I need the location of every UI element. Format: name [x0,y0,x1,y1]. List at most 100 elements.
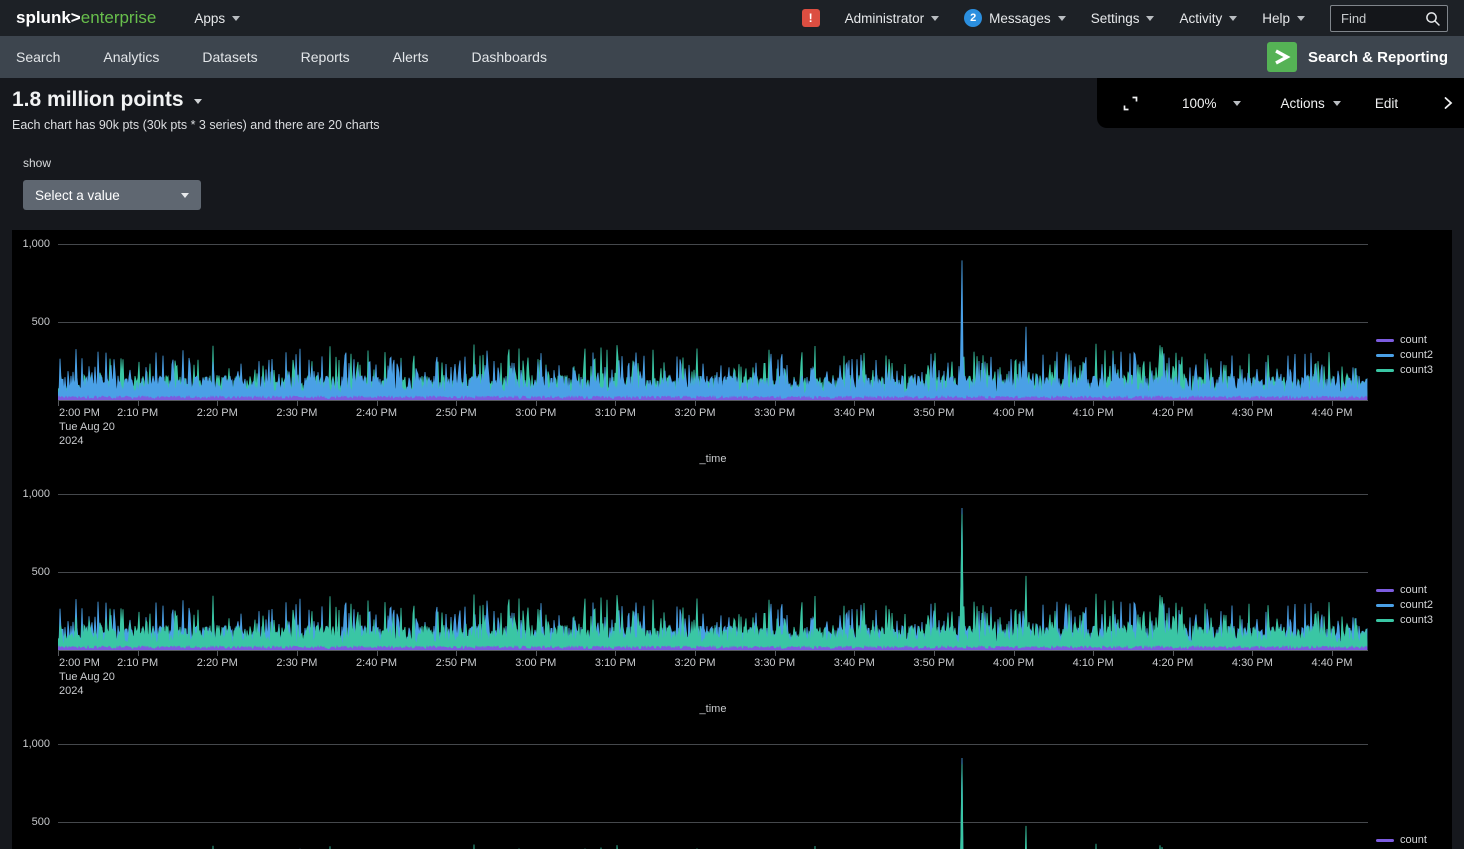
nav-item-alerts[interactable]: Alerts [393,49,429,65]
x-axis-tick-label: 3:10 PM [583,657,647,670]
legend-label: count2 [1400,600,1433,611]
chevron-down-icon [1297,16,1305,21]
x-axis-tick-label: 2:30 PM [265,407,329,420]
chevron-right-icon[interactable] [1438,92,1458,114]
legend-item[interactable]: count [1376,835,1433,846]
apps-menu[interactable]: Apps [194,11,240,26]
y-axis-tick-label: 500 [12,316,50,328]
nav-item-search[interactable]: Search [16,49,60,65]
chevron-down-icon [1333,101,1341,106]
chart-legend: countcount2count3 [1376,835,1433,849]
legend-label: count [1400,835,1427,846]
legend-swatch-count3 [1376,619,1394,622]
x-axis-date-label: 2024 [59,685,83,698]
current-app-name: Search & Reporting [1308,49,1448,66]
x-axis-date-label: Tue Aug 20 [59,421,115,434]
x-axis-tick-label: 4:00 PM [982,407,1046,420]
chevron-down-icon [1146,16,1154,21]
show-value-dropdown-text: Select a value [35,188,120,203]
x-axis-tick-label: 3:00 PM [504,407,568,420]
chart-legend: count count2 count3 [1376,585,1433,626]
legend-swatch-count2 [1376,354,1394,357]
current-app[interactable]: Search & Reporting [1267,42,1464,72]
nav-item-dashboards[interactable]: Dashboards [471,49,547,65]
chart-plot-area[interactable] [58,480,1368,658]
y-axis-tick-label: 500 [12,816,50,828]
dashboard-action-toolbar: 100% Actions Edit [1097,78,1464,128]
fullscreen-expand-icon[interactable] [1121,94,1140,113]
settings-menu[interactable]: Settings [1091,11,1155,26]
legend-item[interactable]: count2 [1376,350,1433,361]
legend-swatch-count2 [1376,604,1394,607]
x-axis-tick-label: 2:30 PM [265,657,329,670]
legend-label: count [1400,585,1427,596]
chart-plot-area[interactable] [58,230,1368,408]
search-reporting-app-icon [1267,42,1297,72]
splunk-logo[interactable]: splunk>enterprise [16,8,156,28]
help-menu[interactable]: Help [1262,11,1305,26]
legend-item[interactable]: count [1376,335,1433,346]
splunk-logo-product: enterprise [81,8,157,28]
x-axis-tick-label: 3:40 PM [822,657,886,670]
legend-item[interactable]: count3 [1376,365,1433,376]
x-axis-tick-label: 2:10 PM [106,657,170,670]
chart-plot-area[interactable] [58,730,1368,849]
legend-item[interactable]: count3 [1376,615,1433,626]
x-axis-tick-label: 4:40 PM [1300,657,1364,670]
chevron-down-icon [1058,16,1066,21]
chart-legend: count count2 count3 [1376,335,1433,376]
x-axis-tick-label: 2:50 PM [424,657,488,670]
nav-item-reports[interactable]: Reports [301,49,350,65]
x-axis-tick-label: 4:20 PM [1141,657,1205,670]
chevron-down-icon [232,16,240,21]
zoom-level-value: 100% [1182,96,1217,111]
apps-menu-label: Apps [194,11,225,26]
x-axis-tick-label: 3:50 PM [902,407,966,420]
top-bar: splunk>enterprise Apps ! Administrator 2… [0,0,1464,36]
dashboard-chart-panel: 5001,0002:00 PM2:10 PM2:20 PM2:30 PM2:40… [12,230,1452,849]
x-axis-tick-label: 4:30 PM [1220,657,1284,670]
nav-item-datasets[interactable]: Datasets [202,49,257,65]
edit-button-label: Edit [1375,96,1398,111]
zoom-level-dropdown[interactable]: 100% [1182,96,1241,111]
help-menu-label: Help [1262,11,1290,26]
notification-alert-icon[interactable]: ! [802,9,820,27]
timeseries-chart-3: 5001,0002:00 PM2:10 PM2:20 PM2:30 PM2:40… [12,730,1452,849]
x-axis-tick-label: 2:20 PM [185,657,249,670]
x-axis-date-label: Tue Aug 20 [59,671,115,684]
find-search-box [1330,5,1448,32]
splunk-logo-gt: > [71,8,81,28]
legend-swatch-count [1376,339,1394,342]
messages-menu-label: Messages [989,11,1051,26]
timeseries-chart-2: 5001,0002:00 PM2:10 PM2:20 PM2:30 PM2:40… [12,480,1452,730]
x-axis-tick-label: 2:10 PM [106,407,170,420]
nav-item-analytics[interactable]: Analytics [103,49,159,65]
topbar-right-group: ! Administrator 2 Messages Settings Acti… [802,5,1448,32]
edit-button[interactable]: Edit [1375,96,1398,111]
search-icon[interactable] [1425,11,1441,27]
legend-item[interactable]: count [1376,585,1433,596]
messages-menu[interactable]: 2 Messages [964,9,1066,27]
x-axis-tick-label: 4:20 PM [1141,407,1205,420]
actions-dropdown[interactable]: Actions [1281,96,1341,111]
x-axis-tick-label: 2:20 PM [185,407,249,420]
chevron-down-icon [181,193,189,198]
activity-menu[interactable]: Activity [1179,11,1237,26]
administrator-menu[interactable]: Administrator [845,11,940,26]
x-axis-tick-label: 2:50 PM [424,407,488,420]
legend-swatch-count [1376,589,1394,592]
x-axis-tick-label: 3:30 PM [743,657,807,670]
x-axis-tick-label: 4:40 PM [1300,407,1364,420]
show-value-dropdown[interactable]: Select a value [23,180,201,210]
x-axis-tick-label: 3:10 PM [583,407,647,420]
legend-label: count [1400,335,1427,346]
settings-menu-label: Settings [1091,11,1140,26]
administrator-menu-label: Administrator [845,11,925,26]
legend-item[interactable]: count2 [1376,600,1433,611]
actions-dropdown-label: Actions [1281,96,1325,111]
y-axis-tick-label: 1,000 [12,488,50,500]
timeseries-chart-1: 5001,0002:00 PM2:10 PM2:20 PM2:30 PM2:40… [12,230,1452,480]
legend-swatch-count [1376,839,1394,842]
dashboard-title-menu-caret[interactable] [194,99,202,104]
app-nav-items: Search Analytics Datasets Reports Alerts… [16,49,547,65]
